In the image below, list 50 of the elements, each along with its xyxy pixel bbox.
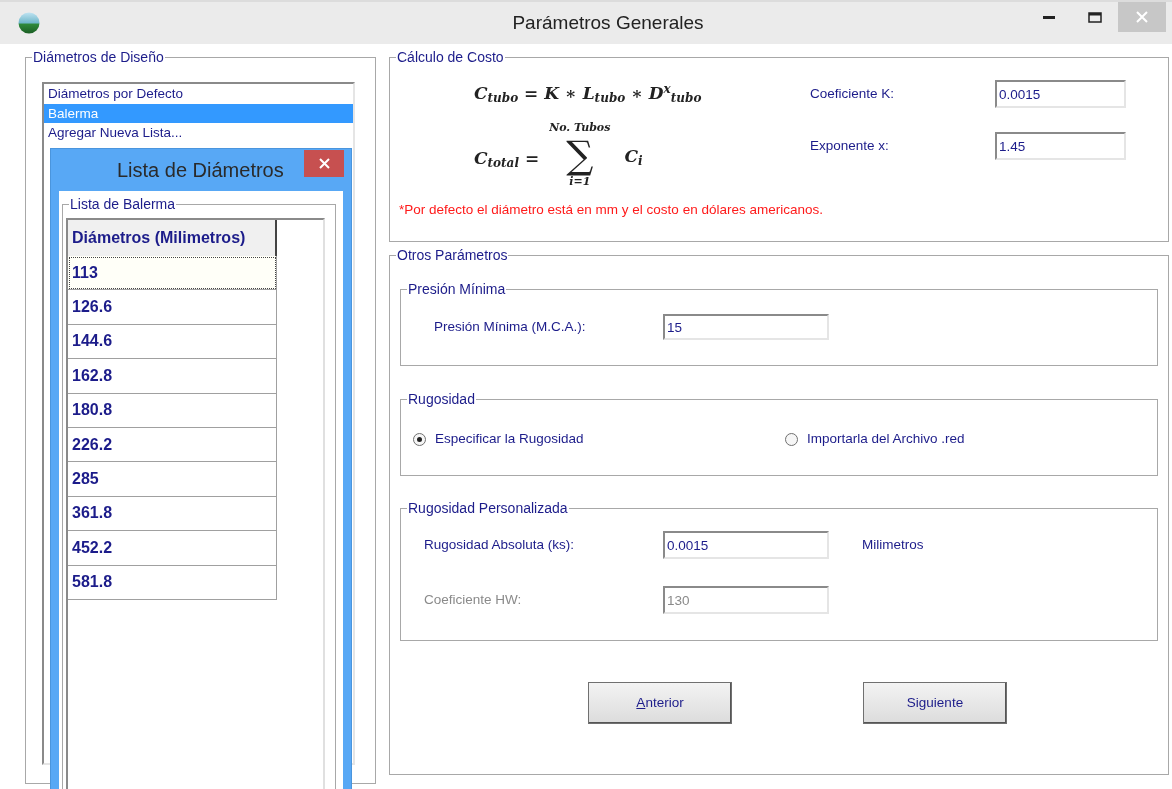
sum-upper-limit: No. Tubos [549,119,611,136]
table-cell[interactable]: 144.6 [68,324,277,360]
input-field[interactable]: 1.45 [995,132,1126,160]
input-field[interactable]: 0.0015 [995,80,1126,108]
radio-label[interactable]: Importarla del Archivo .red [807,429,965,450]
close-button[interactable] [304,150,344,177]
table-cell[interactable]: 113 [68,256,277,291]
formula: C$_{i}$ [624,145,643,170]
radio-button[interactable] [413,432,426,446]
sum-sign: ∑ [566,136,594,174]
group-title: Presión Mínima [407,281,507,297]
table-cell[interactable]: 126.6 [68,290,277,325]
group-title: Rugosidad Personalizada [407,500,569,516]
table-cell[interactable]: 285 [68,462,277,497]
formula: C$_{total}$ = [474,147,540,172]
maximize-icon [1088,11,1102,23]
radio-label[interactable]: Especificar la Rugosidad [435,429,584,450]
list-item[interactable]: Agregar Nueva Lista... [44,123,353,143]
field-label: Rugosidad Absoluta (ks): [424,535,576,554]
field-label: Presión Mínima (M.C.A.): [434,317,587,336]
dialog-title: Lista de Diámetros [117,158,284,183]
input-field[interactable]: 15 [663,314,829,340]
radio-button[interactable] [785,432,798,446]
group-title: Rugosidad [407,391,476,407]
minimize-icon [1043,15,1055,19]
table-cell[interactable]: 361.8 [68,496,277,532]
group-title: Cálculo de Costo [396,49,505,65]
table-cell[interactable]: 162.8 [68,359,277,394]
sum-lower-limit: i=1 [569,175,591,190]
list-item[interactable]: Diámetros por Defecto [44,84,353,104]
table-cell[interactable]: 180.8 [68,393,277,428]
table-cell[interactable]: 226.2 [68,427,277,463]
table-cell[interactable]: 452.2 [68,531,277,566]
note-text: *Por defecto el diámetro está en mm y el costo en dólares americanos. [399,201,824,219]
unit-label: Milimetros [862,535,924,554]
column-header: Diámetros (Milimetros) [68,220,277,256]
nav-button[interactable]: Anterior [588,682,732,724]
field-label: Coeficiente HW: [424,590,523,609]
input-field[interactable]: 0.0015 [663,531,829,559]
group-title: Otros Parámetros [396,247,509,263]
field-label: Coeficiente K: [810,84,896,103]
close-icon [318,158,330,169]
window-title: Parámetros Generales [511,10,705,35]
field-label: Exponente x: [810,136,890,155]
table-cell[interactable]: 581.8 [68,565,277,600]
globe-icon [18,12,40,34]
group-title: Diámetros de Diseño [32,49,165,65]
nav-button[interactable]: Siguiente [863,682,1007,724]
close-icon [1136,11,1148,23]
group-title: Lista de Balerma [69,196,177,212]
